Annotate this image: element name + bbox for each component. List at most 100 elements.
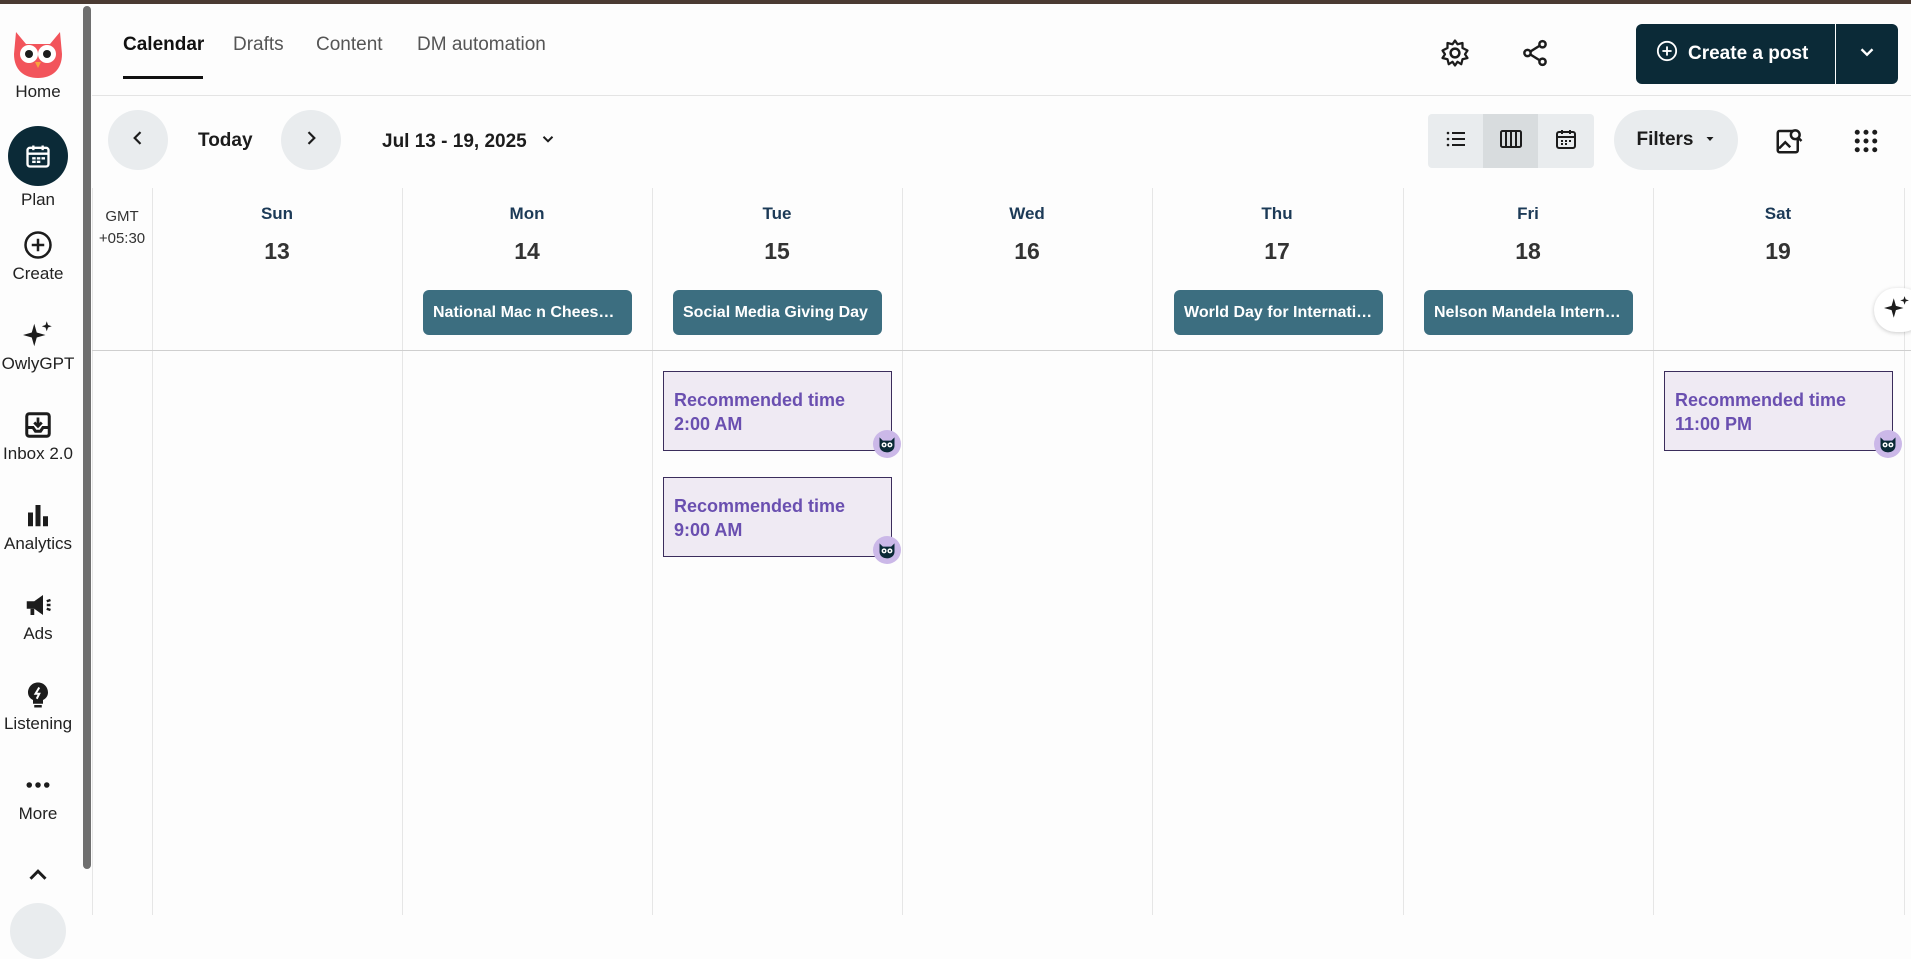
- tab-dm-automation[interactable]: DM automation: [417, 34, 546, 56]
- week-view-button[interactable]: [1483, 114, 1538, 168]
- sidebar-item-home[interactable]: Home: [0, 78, 76, 102]
- filters-label: Filters: [1636, 129, 1694, 150]
- holiday-chip[interactable]: National Mac n Cheese Day: [423, 290, 632, 335]
- day-name: Fri: [1517, 204, 1539, 223]
- filters-button[interactable]: Filters: [1614, 110, 1738, 170]
- sidebar-item-label: Plan: [20, 190, 56, 209]
- day-number: 18: [1515, 238, 1541, 264]
- chevron-down-icon: [1856, 41, 1878, 68]
- day-number: 15: [764, 238, 790, 264]
- day-number: 17: [1264, 238, 1290, 264]
- sidebar-item-inbox[interactable]: Inbox 2.0: [0, 410, 76, 464]
- sidebar-item-analytics[interactable]: Analytics: [0, 500, 76, 554]
- plus-circle-icon: [23, 230, 53, 260]
- sidebar-item-ads[interactable]: Ads: [0, 590, 76, 644]
- sidebar-scrollbar[interactable]: [83, 6, 91, 869]
- date-range-label: Jul 13 - 19, 2025: [382, 131, 527, 152]
- sidebar-item-label: Home: [15, 82, 61, 101]
- grid-line: [1152, 188, 1153, 915]
- owl-avatar-icon: [873, 536, 901, 564]
- ai-assistant-button[interactable]: [1874, 288, 1911, 332]
- day-number: 19: [1765, 238, 1791, 264]
- day-header-fri[interactable]: Fri 18: [1403, 204, 1653, 265]
- inbox-icon: [23, 410, 53, 440]
- header: Calendar Drafts Content DM automation Cr…: [92, 4, 1911, 96]
- grid-line: [1403, 188, 1404, 915]
- list-icon: [1444, 127, 1468, 156]
- sidebar-item-listening[interactable]: Listening: [0, 680, 76, 734]
- recommended-time-slot[interactable]: Recommended time 9:00 AM: [663, 477, 901, 564]
- recommended-time: 11:00 PM: [1675, 414, 1753, 434]
- account-avatar[interactable]: [10, 903, 66, 959]
- sidebar-item-label: Listening: [3, 714, 73, 733]
- create-post-label: Create a post: [1688, 43, 1809, 64]
- today-button[interactable]: Today: [198, 130, 253, 152]
- holiday-chip[interactable]: World Day for International Justice: [1174, 290, 1383, 335]
- tab-content[interactable]: Content: [316, 34, 383, 56]
- day-header-mon[interactable]: Mon 14: [402, 204, 652, 265]
- more-dots-icon: [23, 770, 53, 800]
- calendar-toolbar: Today Jul 13 - 19, 2025 Filters: [92, 96, 1911, 188]
- day-header-sat[interactable]: Sat 19: [1653, 204, 1903, 265]
- grid-line: [402, 188, 403, 915]
- sidebar-item-label: More: [18, 804, 58, 823]
- create-post-button[interactable]: Create a post: [1636, 24, 1835, 84]
- sparkles-icon: [23, 320, 53, 350]
- month-view-button[interactable]: [1538, 114, 1593, 168]
- day-number: 13: [264, 238, 290, 264]
- gear-icon[interactable]: [1440, 38, 1470, 68]
- recommended-title: Recommended time: [674, 496, 846, 516]
- timezone-gmt: GMT: [105, 208, 139, 225]
- collapse-sidebar-button[interactable]: [0, 860, 76, 890]
- sparkles-icon: [1884, 295, 1910, 326]
- list-view-button[interactable]: [1428, 114, 1483, 168]
- sidebar: Home Plan Create OwlyGPT Inbox 2.0 Analy…: [0, 4, 84, 915]
- date-range-selector[interactable]: Jul 13 - 19, 2025: [382, 130, 557, 154]
- sidebar-item-label: Analytics: [3, 534, 73, 553]
- day-header-thu[interactable]: Thu 17: [1152, 204, 1402, 265]
- day-header-sun[interactable]: Sun 13: [152, 204, 402, 265]
- grid-line: [1653, 188, 1654, 915]
- tab-drafts[interactable]: Drafts: [233, 34, 284, 56]
- recommended-time-slot[interactable]: Recommended time 11:00 PM: [1664, 371, 1902, 458]
- timezone-label: GMT +05:30: [92, 206, 152, 250]
- caret-down-icon: [1704, 129, 1716, 151]
- recommended-time: 2:00 AM: [674, 414, 743, 434]
- sidebar-item-more[interactable]: More: [0, 770, 76, 824]
- sidebar-item-create[interactable]: Create: [0, 230, 76, 284]
- timezone-offset: +05:30: [98, 230, 146, 247]
- day-name: Sat: [1764, 204, 1792, 223]
- holiday-chip[interactable]: Social Media Giving Day: [673, 290, 882, 335]
- day-number: 16: [1014, 238, 1040, 264]
- chevron-down-icon: [539, 130, 557, 154]
- day-header-tue[interactable]: Tue 15: [652, 204, 902, 265]
- day-header-wed[interactable]: Wed 16: [902, 204, 1152, 265]
- active-tab-indicator: [123, 76, 203, 79]
- recommended-title: Recommended time: [1675, 390, 1847, 410]
- owl-logo[interactable]: [10, 24, 66, 80]
- grid-line: [92, 188, 93, 915]
- day-name: Sun: [260, 204, 294, 223]
- owl-avatar-icon: [873, 430, 901, 458]
- image-search-icon[interactable]: [1774, 126, 1804, 156]
- plus-circle-icon: [1656, 40, 1678, 68]
- day-number: 14: [514, 238, 540, 264]
- calendar-grid-icon: [1554, 127, 1578, 156]
- holiday-chip[interactable]: Nelson Mandela International Day: [1424, 290, 1633, 335]
- sidebar-item-label: Create: [12, 264, 64, 283]
- chevron-up-icon: [23, 860, 53, 890]
- apps-grid-icon[interactable]: [1851, 126, 1881, 156]
- create-post-dropdown[interactable]: [1836, 24, 1898, 84]
- previous-week-button[interactable]: [108, 110, 168, 170]
- next-week-button[interactable]: [281, 110, 341, 170]
- header-divider-line: [92, 350, 1911, 351]
- share-icon[interactable]: [1520, 38, 1550, 68]
- grid-line: [902, 188, 903, 915]
- week-calendar: GMT +05:30 Sun 13 Mon 14 Tue 15 Wed 16 T…: [92, 188, 1911, 915]
- tab-calendar[interactable]: Calendar: [123, 34, 204, 56]
- day-name: Wed: [1009, 204, 1045, 223]
- sidebar-item-plan[interactable]: Plan: [0, 126, 76, 210]
- bar-chart-icon: [23, 500, 53, 530]
- recommended-time-slot[interactable]: Recommended time 2:00 AM: [663, 371, 901, 458]
- sidebar-item-owlygpt[interactable]: OwlyGPT: [0, 320, 76, 374]
